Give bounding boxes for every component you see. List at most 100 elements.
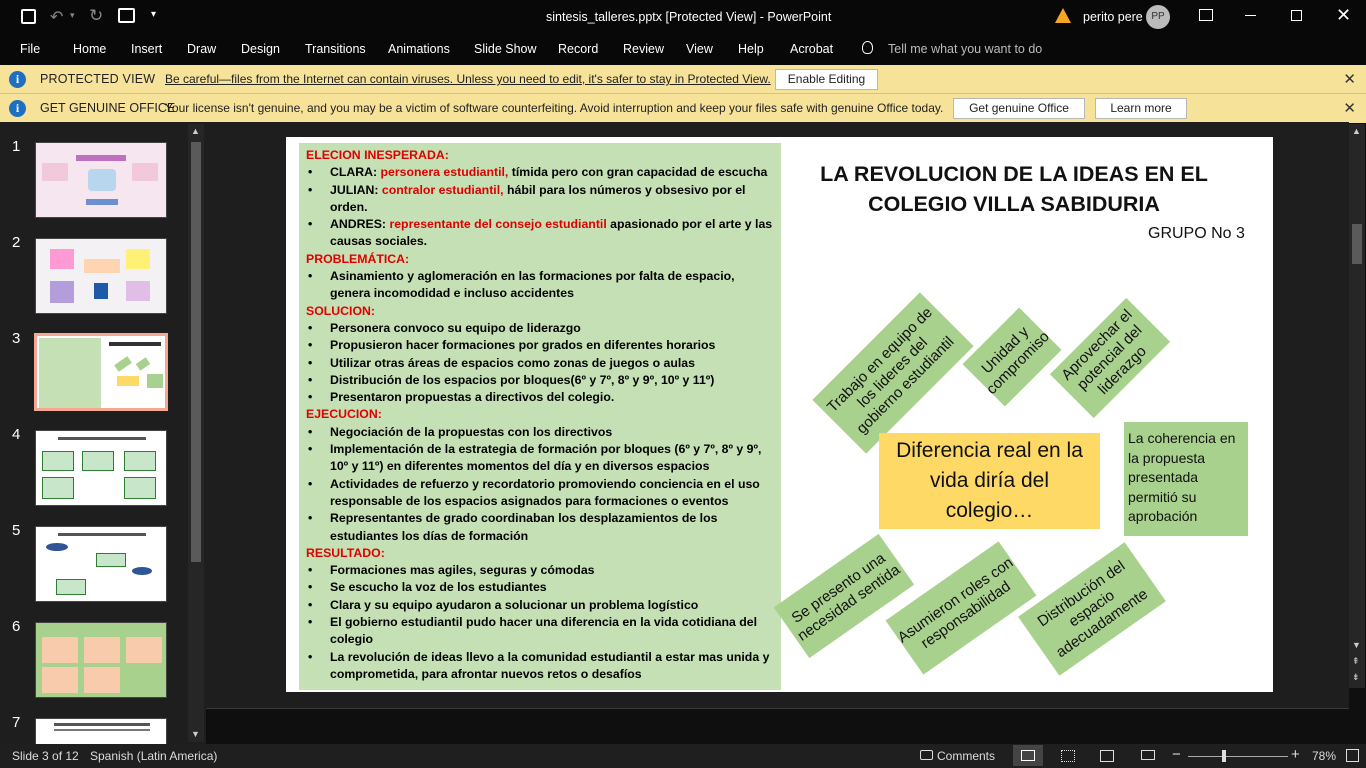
tell-me-input[interactable]: Tell me what you want to do	[888, 42, 1042, 56]
scroll-up-icon[interactable]: ▲	[1352, 126, 1361, 136]
list-item: Clara y su equipo ayudaron a solucionar …	[306, 597, 774, 615]
zoom-out-icon[interactable]: −	[1172, 746, 1181, 763]
customize-toolbar-icon[interactable]: ▾	[151, 9, 156, 20]
slide-thumbnail-6[interactable]	[35, 622, 167, 698]
slide-thumbnail-2[interactable]	[35, 238, 167, 314]
slide-number: 3	[12, 330, 21, 347]
get-genuine-office-button[interactable]: Get genuine Office	[953, 98, 1085, 119]
scroll-down-icon[interactable]: ▼	[1352, 640, 1361, 650]
idea-box: Asumieron roles con responsabilidad	[885, 541, 1037, 675]
tab-slide-show[interactable]: Slide Show	[474, 42, 537, 56]
list-item: Implementación de la estrategia de forma…	[306, 441, 774, 476]
undo-icon[interactable]: ↶	[50, 7, 63, 27]
genuine-office-message: Your license isn't genuine, and you may …	[165, 101, 944, 115]
close-button[interactable]: ✕	[1336, 5, 1351, 26]
window-title: sintesis_talleres.pptx [Protected View] …	[546, 10, 832, 24]
learn-more-button[interactable]: Learn more	[1095, 98, 1187, 119]
status-bar: Slide 3 of 12 Spanish (Latin America) Co…	[0, 744, 1366, 768]
protected-view-message[interactable]: Be careful—files from the Internet can c…	[165, 72, 771, 86]
language-indicator[interactable]: Spanish (Latin America)	[90, 749, 217, 763]
enable-editing-button[interactable]: Enable Editing	[775, 69, 878, 90]
scroll-down-icon[interactable]: ▼	[191, 729, 200, 739]
zoom-slider-track[interactable]	[1188, 756, 1288, 757]
list-item: Utilizar otras áreas de espacios como zo…	[306, 355, 774, 373]
redo-icon[interactable]: ↻	[89, 6, 103, 26]
tab-view[interactable]: View	[686, 42, 713, 56]
comments-button[interactable]: Comments	[937, 749, 995, 763]
slide-number: 1	[12, 138, 21, 155]
tab-help[interactable]: Help	[738, 42, 764, 56]
slide-number: 5	[12, 522, 21, 539]
slide-thumbnail-3[interactable]	[34, 333, 168, 411]
thumbnails-scrollbar[interactable]: ▲ ▼	[188, 124, 204, 742]
tab-animations[interactable]: Animations	[388, 42, 450, 56]
zoom-in-icon[interactable]: +	[1291, 746, 1300, 763]
restore-button[interactable]	[1291, 10, 1302, 21]
ribbon-display-icon[interactable]	[1199, 9, 1213, 21]
list-item: ANDRES: representante del consejo estudi…	[306, 216, 774, 251]
scroll-thumb[interactable]	[1352, 224, 1362, 264]
close-icon[interactable]: ✕	[1343, 70, 1356, 88]
lightbulb-icon	[862, 41, 873, 54]
user-name[interactable]: perito pere	[1083, 10, 1143, 24]
slide-thumbnail-7[interactable]	[35, 718, 167, 744]
fit-slide-icon[interactable]	[1346, 749, 1359, 762]
tab-record[interactable]: Record	[558, 42, 598, 56]
center-highlight-box: Diferencia real en la vida diría del col…	[879, 433, 1100, 529]
slide-thumbnail-4[interactable]	[35, 430, 167, 506]
zoom-slider-thumb[interactable]	[1222, 750, 1226, 762]
section-heading: RESULTADO:	[306, 545, 385, 560]
group-label: GRUPO No 3	[1148, 225, 1245, 242]
previous-slide-icon[interactable]: ⇞	[1352, 656, 1360, 667]
list-item: Distribución de los espacios por bloques…	[306, 372, 774, 390]
slide-number: 2	[12, 234, 21, 251]
list-item: Asinamiento y aglomeración en las formac…	[306, 268, 774, 303]
next-slide-icon[interactable]: ⇟	[1352, 672, 1360, 683]
notes-divider	[206, 708, 1349, 709]
normal-view-glyph	[1021, 750, 1035, 761]
tab-insert[interactable]: Insert	[131, 42, 162, 56]
title-bar: ↶ ▾ ↻ ▾ sintesis_talleres.pptx [Protecte…	[0, 0, 1366, 34]
tab-acrobat[interactable]: Acrobat	[790, 42, 833, 56]
list-item: Formaciones mas agiles, seguras y cómoda…	[306, 562, 774, 580]
presentation-icon[interactable]	[118, 8, 135, 23]
list-item: Personera convoco su equipo de liderazgo	[306, 320, 774, 338]
tab-home[interactable]: Home	[73, 42, 106, 56]
slide[interactable]: ELECION INESPERADA: CLARA: personera est…	[286, 137, 1273, 692]
list-item: Presentaron propuestas a directivos del …	[306, 389, 774, 407]
slide-scrollbar[interactable]: ▲ ▼ ⇞ ⇟	[1349, 124, 1365, 688]
idea-box: Se presento una necesidad sentida	[773, 533, 915, 659]
tab-design[interactable]: Design	[241, 42, 280, 56]
zoom-level[interactable]: 78%	[1312, 749, 1336, 763]
tab-file[interactable]: File	[20, 42, 40, 56]
list-item: Se escucho la voz de los estudiantes	[306, 579, 774, 597]
genuine-office-title: GET GENUINE OFFICE	[40, 101, 176, 115]
reading-view-icon[interactable]	[1100, 750, 1114, 762]
close-icon[interactable]: ✕	[1343, 99, 1356, 117]
section-heading: SOLUCION:	[306, 303, 375, 318]
avatar[interactable]: PP	[1146, 5, 1170, 29]
slide-thumbnail-5[interactable]	[35, 526, 167, 602]
idea-box: Trabajo en equipo de los lideres del gob…	[812, 292, 974, 454]
minimize-button[interactable]	[1245, 15, 1256, 16]
list-item: Negociación de la propuestas con los dir…	[306, 424, 774, 442]
tab-review[interactable]: Review	[623, 42, 664, 56]
slide-thumbnail-1[interactable]	[35, 142, 167, 218]
tab-transitions[interactable]: Transitions	[305, 42, 366, 56]
list-item: JULIAN: contralor estudiantil, hábil par…	[306, 182, 774, 217]
scroll-up-icon[interactable]: ▲	[191, 126, 200, 136]
comments-icon[interactable]	[920, 750, 933, 760]
protected-view-title: PROTECTED VIEW	[40, 72, 156, 86]
save-icon[interactable]	[21, 9, 36, 24]
list-item: La revolución de ideas llevo a la comuni…	[306, 649, 774, 684]
slide-number: 6	[12, 618, 21, 635]
undo-dropdown-icon[interactable]: ▾	[70, 10, 75, 21]
slide-sorter-icon[interactable]	[1061, 750, 1075, 762]
section-heading: EJECUCION:	[306, 407, 382, 422]
slide-thumbnails-panel: 1 2 3 4 5 6 7	[0, 122, 206, 744]
list-item: Representantes de grado coordinaban los …	[306, 510, 774, 545]
slideshow-icon[interactable]	[1141, 750, 1155, 760]
warning-icon	[1055, 8, 1071, 23]
scroll-thumb[interactable]	[191, 142, 201, 562]
tab-draw[interactable]: Draw	[187, 42, 216, 56]
